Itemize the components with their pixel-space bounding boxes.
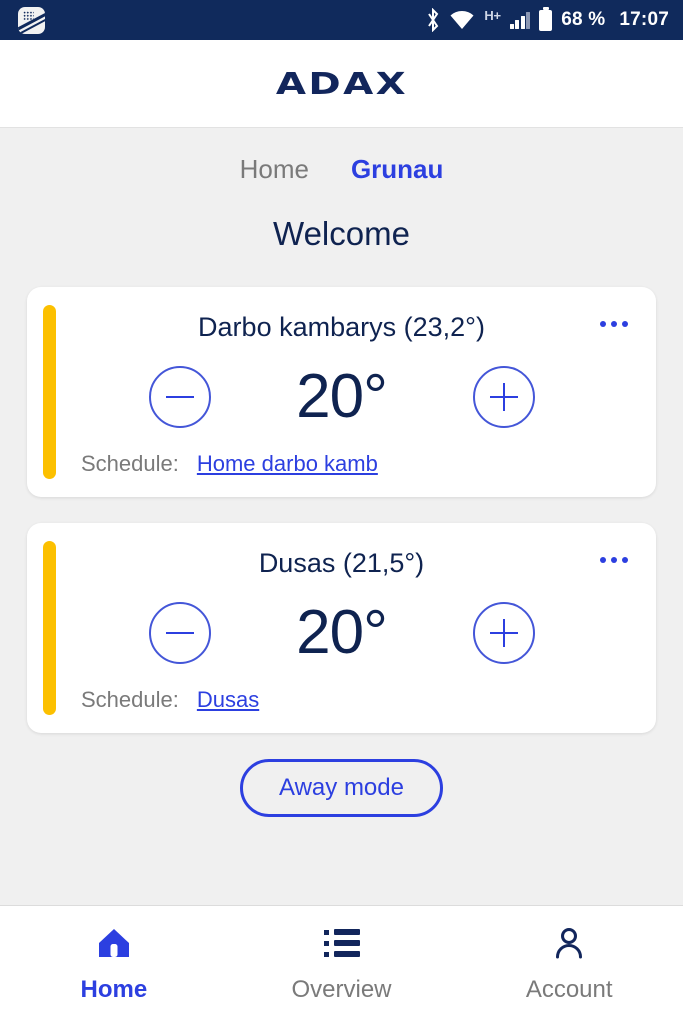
schedule-row: Schedule: Dusas [51,687,632,713]
plus-icon[interactable] [472,602,535,664]
schedule-link[interactable]: Home darbo kamb [197,451,378,477]
main-content: Home Grunau Welcome Darbo kambarys (23,2… [0,128,683,906]
schedule-row: Schedule: Home darbo kamb [51,451,632,477]
home-selector-tabs: Home Grunau [0,154,683,185]
nav-item-overview[interactable]: Overview [228,906,456,1024]
away-mode-button[interactable]: Away mode [240,759,443,817]
schedule-label: Schedule: [81,687,179,712]
page-title: Welcome [273,215,410,252]
adax-logo: ADAX [275,65,408,102]
room-title: Darbo kambarys (23,2°) [198,312,485,342]
app-notification-icon-dots [23,10,34,20]
temperature-controls: 20° [51,349,632,445]
battery-percent-label: 68 % [561,9,606,30]
nav-label-home: Home [80,976,148,1003]
app-root: H+ 68 % 17:07 ADAX Home Grunau Welcome D… [0,0,683,1024]
plus-icon[interactable] [472,366,535,428]
network-type-label: H+ [484,7,501,23]
more-options-icon[interactable] [596,317,632,331]
clock-label: 17:07 [619,9,669,30]
bluetooth-icon [428,8,439,32]
nav-item-home[interactable]: Home [0,906,228,1024]
more-options-icon[interactable] [596,553,632,567]
nav-label-overview: Overview [291,976,392,1003]
status-bar-right: H+ 68 % 17:07 [426,6,669,32]
room-card[interactable]: Dusas (21,5°) 20° Schedule: Dusas [27,523,656,733]
status-bar: H+ 68 % 17:07 [0,0,683,40]
tab-home[interactable]: Home [240,154,309,185]
nav-label-account: Account [525,976,613,1003]
battery-icon [539,6,553,31]
list-icon [323,926,360,960]
room-setpoint: 20° [296,598,388,667]
app-notification-icon [18,6,45,34]
schedule-label: Schedule: [81,451,179,476]
temperature-controls: 20° [51,585,632,681]
minus-icon[interactable] [148,602,211,664]
person-icon [553,926,585,960]
away-mode-container: Away mode [0,759,683,817]
tab-grunau[interactable]: Grunau [351,154,443,185]
room-card[interactable]: Darbo kambarys (23,2°) 20° Schedule: Hom… [27,287,656,497]
signal-bars-icon [509,11,531,29]
room-card-header: Darbo kambarys (23,2°) [51,307,632,347]
wifi-icon [450,11,474,29]
minus-icon[interactable] [148,366,211,428]
nav-item-account[interactable]: Account [455,906,683,1024]
room-title: Dusas (21,5°) [258,548,425,578]
room-setpoint: 20° [296,362,388,431]
room-card-header: Dusas (21,5°) [51,543,632,583]
status-bar-left [18,6,45,34]
schedule-link[interactable]: Dusas [197,687,259,713]
bottom-navigation: Home Overview Account [0,906,683,1024]
app-header: ADAX [0,40,683,128]
home-icon [97,926,131,960]
